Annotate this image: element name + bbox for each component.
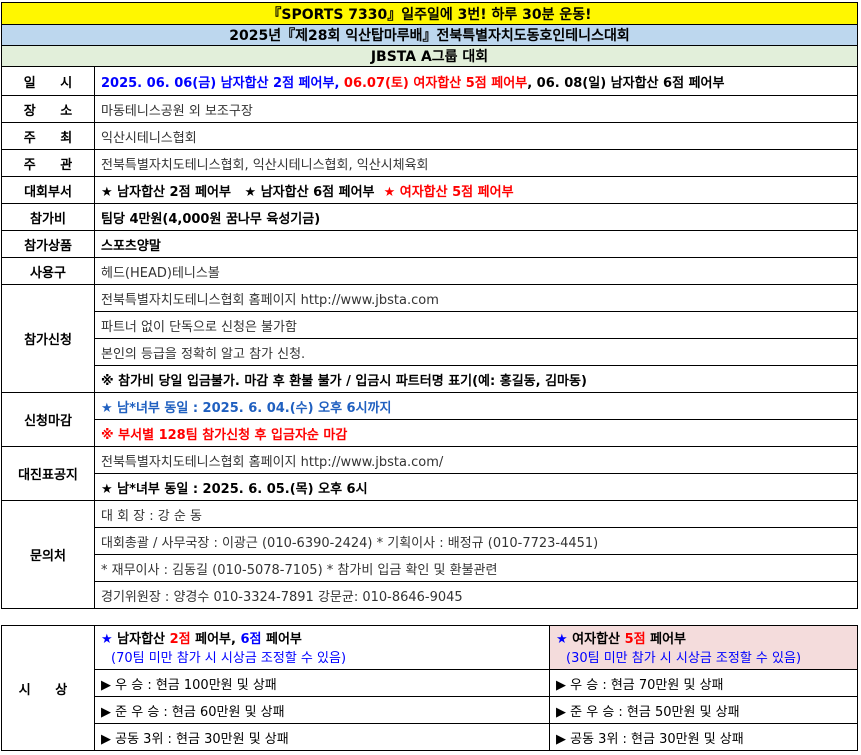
row-gift: 참가상품 스포츠양말 — [1, 230, 858, 258]
row-contact-1: 문의처 대 회 장 : 강 순 동 — [1, 500, 858, 609]
contact-line-4: 경기위원장 : 양경수 010-3324-7891 강문균: 010-8646-… — [94, 581, 858, 609]
row-apply-3: 본인의 등급을 정확히 알고 참가 신청. — [2, 338, 858, 366]
label-divisions: 대회부서 — [1, 176, 95, 204]
label-bracket: 대진표공지 — [1, 446, 95, 501]
row-bracket-1: 대진표공지 전북특별자치도테니스협회 홈페이지 http://www.jbsta… — [1, 446, 858, 501]
slogan-text: 『SPORTS 7330』일주일에 3번! 하루 30분 운동! — [267, 6, 592, 23]
contact-line-3: * 재무이사 : 김동길 (010-5078-7105) * 참가비 입금 확인… — [94, 554, 858, 582]
value-divisions: ★ 남자합산 2점 페어부 ★ 남자합산 6점 페어부 ★ 여자합산 5점 페어… — [94, 176, 858, 204]
row-apply-2: 파트너 없이 단독으로 신청은 불가함 — [2, 311, 858, 339]
deadline-line-2: ※ 부서별 128팀 참가신청 후 입금자순 마감 — [94, 419, 858, 447]
men-star-icon: ★ — [101, 632, 113, 647]
tournament-title: 2025년『제28회 익산탑마루배』전북특별자치도동호인테니스대회 — [229, 28, 630, 44]
bracket-line-2: ★ 남*녀부 동일 : 2025. 6. 05.(목) 오후 6시 — [94, 473, 858, 501]
division-women-5: 여자합산 5점 페어부 — [395, 184, 514, 200]
tournament-subtitle: JBSTA A그룹 대회 — [370, 49, 489, 65]
men-header-t5: 페어부 — [261, 632, 302, 647]
row-divisions: 대회부서 ★ 남자합산 2점 페어부 ★ 남자합산 6점 페어부 ★ 여자합산 … — [1, 176, 858, 204]
row-contact-3: * 재무이사 : 김동길 (010-5078-7105) * 참가비 입금 확인… — [2, 554, 858, 582]
division-women-star-icon: ★ — [383, 184, 396, 200]
row-deadline-2: ※ 부서별 128팀 참가신청 후 입금자순 마감 — [2, 419, 858, 447]
women-winner: ▶ 우 승 : 현금 70만원 및 상패 — [549, 669, 858, 697]
date-men-2: 2025. 06. 06(금) 남자합산 2점 페어부, — [101, 75, 344, 91]
value-date: 2025. 06. 06(금) 남자합산 2점 페어부, 06.07(토) 여자… — [94, 66, 858, 96]
men-winner: ▶ 우 승 : 현금 100만원 및 상패 — [94, 669, 550, 697]
row-contact-4: 경기위원장 : 양경수 010-3324-7891 강문균: 010-8646-… — [2, 581, 858, 609]
info-table: 일 시 2025. 06. 06(금) 남자합산 2점 페어부, 06.07(토… — [1, 66, 858, 609]
label-apply: 참가신청 — [1, 284, 95, 393]
label-gift: 참가상품 — [1, 230, 95, 258]
row-ball: 사용구 헤드(HEAD)테니스볼 — [1, 257, 858, 285]
label-fee: 참가비 — [1, 203, 95, 231]
label-venue: 장 소 — [1, 95, 95, 123]
row-apply-4: ※ 참가비 당일 입금불가. 마감 후 환불 불가 / 입금시 파트터명 표기(… — [2, 365, 858, 393]
prize-header-row: 시 상 ★ 남자합산 2점 페어부, 6점 페어부 (70팀 미만 참가 시 시… — [1, 625, 858, 751]
value-host: 익산시테니스협회 — [94, 122, 858, 150]
value-ball: 헤드(HEAD)테니스볼 — [94, 257, 858, 285]
label-organizer: 주 관 — [1, 149, 95, 177]
slogan-banner: 『SPORTS 7330』일주일에 3번! 하루 30분 운동! — [1, 2, 858, 25]
value-fee: 팀당 4만원(4,000원 꿈나무 육성기금) — [94, 203, 858, 231]
women-runner-up: ▶ 준 우 승 : 현금 50만원 및 상패 — [549, 696, 858, 724]
men-runner-up: ▶ 준 우 승 : 현금 60만원 및 상패 — [94, 696, 550, 724]
row-organizer: 주 관 전북특별자치도테니스협회, 익산시테니스협회, 익산시체육회 — [1, 149, 858, 177]
women-note: (30팀 미만 참가 시 시상금 조정할 수 있음) — [566, 651, 802, 666]
row-date: 일 시 2025. 06. 06(금) 남자합산 2점 페어부, 06.07(토… — [1, 66, 858, 96]
apply-line-1: 전북특별자치도테니스협회 홈페이지 http://www.jbsta.com — [94, 284, 858, 312]
apply-line-2: 파트너 없이 단독으로 신청은 불가함 — [94, 311, 858, 339]
row-bracket-2: ★ 남*녀부 동일 : 2025. 6. 05.(목) 오후 6시 — [2, 473, 858, 501]
title-banner: 2025년『제28회 익산탑마루배』전북특별자치도동호인테니스대회 — [1, 24, 858, 46]
contact-line-2: 대회총괄 / 사무국장 : 이광근 (010-6390-2424) * 기획이사… — [94, 527, 858, 555]
apply-line-3: 본인의 등급을 정확히 알고 참가 신청. — [94, 338, 858, 366]
row-contact-2: 대회총괄 / 사무국장 : 이광근 (010-6390-2424) * 기획이사… — [2, 527, 858, 555]
division-men-2: ★ 남자합산 2점 페어부 — [101, 184, 231, 200]
label-date: 일 시 — [1, 66, 95, 96]
label-ball: 사용구 — [1, 257, 95, 285]
row-fee: 참가비 팀당 4만원(4,000원 꿈나무 육성기금) — [1, 203, 858, 231]
deadline-line-1: ★ 남*녀부 동일 : 2025. 6. 04.(수) 오후 6시까지 — [94, 392, 858, 420]
date-men-6: , 06. 08(일) 남자합산 6점 페어부 — [527, 75, 725, 91]
division-men-6: ★ 남자합산 6점 페어부 — [244, 184, 375, 200]
value-organizer: 전북특별자치도테니스협회, 익산시테니스협회, 익산시체육회 — [94, 149, 858, 177]
label-prize: 시 상 — [1, 625, 95, 751]
row-venue: 장 소 마동테니스공원 외 보조구장 — [1, 95, 858, 123]
prize-women-header: ★ 여자합산 5점 페어부 (30팀 미만 참가 시 시상금 조정할 수 있음) — [549, 625, 858, 670]
women-third: ▶ 공동 3위 : 현금 30만원 및 상패 — [549, 723, 858, 751]
men-header-t1: 남자합산 — [112, 632, 170, 647]
label-contact: 문의처 — [1, 500, 95, 609]
value-gift: 스포츠양말 — [94, 230, 858, 258]
women-header-t3: 페어부 — [645, 632, 686, 647]
men-header-t3: 페어부, — [190, 632, 241, 647]
prize-third-row: ▶ 공동 3위 : 현금 30만원 및 상패 ▶ 공동 3위 : 현금 30만원… — [2, 723, 858, 751]
prize-men-header: ★ 남자합산 2점 페어부, 6점 페어부 (70팀 미만 참가 시 시상금 조… — [94, 625, 550, 670]
contact-line-1: 대 회 장 : 강 순 동 — [94, 500, 858, 528]
men-header-t2: 2점 — [169, 632, 191, 647]
row-apply-1: 참가신청 전북특별자치도테니스협회 홈페이지 http://www.jbsta.… — [1, 284, 858, 393]
men-header-t4: 6점 — [240, 632, 262, 647]
men-third: ▶ 공동 3위 : 현금 30만원 및 상패 — [94, 723, 550, 751]
prize-winner-row: ▶ 우 승 : 현금 100만원 및 상패 ▶ 우 승 : 현금 70만원 및 … — [2, 669, 858, 697]
apply-line-4: ※ 참가비 당일 입금불가. 마감 후 환불 불가 / 입금시 파트터명 표기(… — [94, 365, 858, 393]
subtitle-banner: JBSTA A그룹 대회 — [1, 45, 858, 67]
prize-runner-row: ▶ 준 우 승 : 현금 60만원 및 상패 ▶ 준 우 승 : 현금 50만원… — [2, 696, 858, 724]
label-deadline: 신청마감 — [1, 392, 95, 447]
men-note: (70팀 미만 참가 시 시상금 조정할 수 있음) — [111, 651, 347, 666]
women-header-t2: 5점 — [624, 632, 646, 647]
prize-table: 시 상 ★ 남자합산 2점 페어부, 6점 페어부 (70팀 미만 참가 시 시… — [1, 625, 858, 751]
value-venue: 마동테니스공원 외 보조구장 — [94, 95, 858, 123]
date-women-5: 06.07(토) 여자합산 5점 페어부 — [343, 75, 528, 91]
bracket-line-1: 전북특별자치도테니스협회 홈페이지 http://www.jbsta.com/ — [94, 446, 858, 474]
women-header-t1: 여자합산 — [567, 632, 625, 647]
row-host: 주 최 익산시테니스협회 — [1, 122, 858, 150]
tournament-notice-sheet: 『SPORTS 7330』일주일에 3번! 하루 30분 운동! 2025년『제… — [0, 0, 861, 755]
label-host: 주 최 — [1, 122, 95, 150]
women-star-icon: ★ — [556, 632, 568, 647]
row-deadline-1: 신청마감 ★ 남*녀부 동일 : 2025. 6. 04.(수) 오후 6시까지 — [1, 392, 858, 447]
